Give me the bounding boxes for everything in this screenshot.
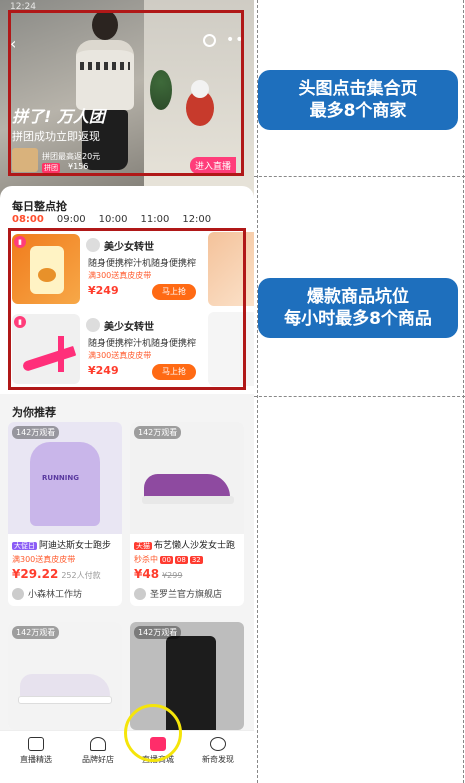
time-tab[interactable]: 08:00 — [12, 214, 44, 225]
time-tab[interactable]: 12:00 — [182, 214, 211, 225]
viewer-count: 142万观看 — [134, 426, 182, 439]
product-price: ¥48 — [134, 567, 160, 581]
shop-link[interactable]: 小森林工作坊 — [8, 581, 122, 606]
product-price: ¥29.22 — [12, 567, 59, 581]
product-card[interactable]: 142万观看 — [8, 622, 122, 730]
product-card[interactable]: RUNNING 142万观看 大促日 阿迪达斯女士跑步 满300送真皮皮带 ¥29… — [8, 422, 122, 606]
mall-tab-highlight-circle — [124, 704, 182, 762]
viewer-count: 142万观看 — [134, 626, 182, 639]
timer-hours: 00 — [160, 556, 173, 564]
product-image: RUNNING 142万观看 — [8, 422, 122, 534]
shop-avatar — [134, 587, 146, 600]
shop-name: 圣罗兰官方旗舰店 — [150, 590, 223, 600]
home-icon — [28, 737, 44, 751]
sales-count: 252人付款 — [61, 571, 101, 580]
tab-discover[interactable]: 新奇发现 — [188, 737, 248, 765]
shop-name: 小森林工作坊 — [28, 590, 83, 600]
time-tabs: 08:00 09:00 10:00 11:00 12:00 — [12, 214, 211, 225]
shop-avatar — [12, 587, 24, 600]
original-price: ¥299 — [162, 571, 183, 580]
diamond-icon — [90, 737, 106, 751]
viewer-count: 142万观看 — [12, 626, 60, 639]
recommend-title: 为你推荐 — [12, 406, 56, 419]
callout-hero: 头图点击集合页 最多8个商家 — [258, 70, 458, 130]
product-promo: 满300送真皮皮带 — [12, 555, 76, 564]
viewer-count: 142万观看 — [12, 426, 60, 439]
shop-link[interactable]: 圣罗兰官方旗舰店 — [130, 581, 244, 606]
timer-minutes: 08 — [174, 556, 188, 564]
product-card[interactable]: 142万观看 天猫 布艺懒人沙发女士跑 秒杀中 00 08 32 ¥48 ¥299 圣罗兰… — [130, 422, 244, 606]
callout-flash: 爆款商品坑位 每小时最多8个商品 — [258, 278, 458, 338]
tab-brand-stores[interactable]: 品牌好店 — [68, 737, 128, 765]
product-image: 142万观看 — [8, 622, 122, 730]
hero-highlight-box — [8, 10, 244, 176]
product-tag: 天猫 — [134, 542, 152, 550]
tab-live-selection[interactable]: 直播精选 — [6, 737, 66, 765]
flash-sale-label: 秒杀中 — [134, 555, 158, 564]
product-tag: 大促日 — [12, 542, 37, 550]
bulb-icon — [210, 737, 226, 751]
timer-seconds: 32 — [189, 556, 203, 564]
time-tab[interactable]: 09:00 — [57, 214, 86, 225]
product-title: 阿迪达斯女士跑步 — [39, 541, 112, 551]
product-title: 布艺懒人沙发女士跑 — [154, 541, 236, 551]
product-image: 142万观看 — [130, 422, 244, 534]
flash-heading: 每日整点抢 — [12, 200, 67, 213]
flash-highlight-box — [8, 228, 246, 390]
time-tab[interactable]: 10:00 — [99, 214, 128, 225]
phone-screen: 12:24 ‹ •• 拼了! 万人团 拼团成功立即返现 拼团最高返20元 拼团 … — [0, 0, 254, 783]
time-tab[interactable]: 11:00 — [141, 214, 170, 225]
